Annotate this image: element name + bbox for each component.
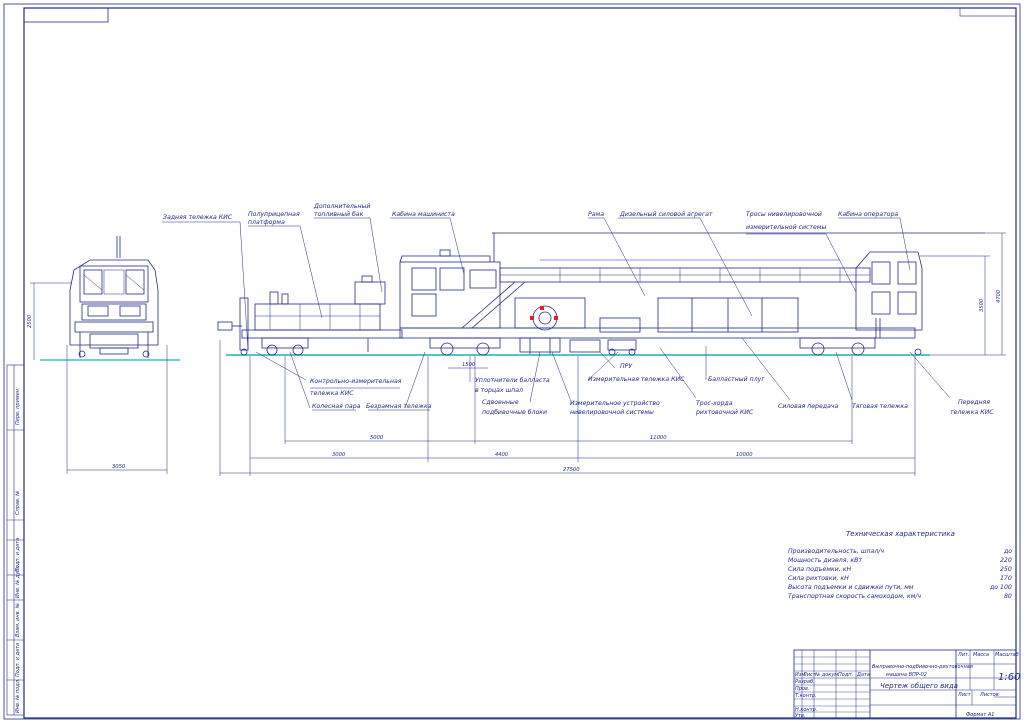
stamp-podp-data: Подп. и дата bbox=[15, 643, 21, 677]
dim-front-height: 2500 bbox=[27, 314, 33, 328]
dim-3500: 3500 bbox=[979, 298, 985, 312]
tb-scale: 1:60 bbox=[998, 672, 1020, 683]
label-ballast-plough: Балластный плуг bbox=[708, 376, 765, 383]
dim-total: 27500 bbox=[563, 467, 580, 473]
label-frame: Рама bbox=[588, 211, 604, 218]
tb-machine-line1: Выправочно-подбивочно-рихтовочная bbox=[872, 664, 973, 670]
dim-front-width: 3050 bbox=[112, 464, 126, 470]
spec-label-3: Сила рихтовки, кН bbox=[788, 575, 849, 582]
label-bogie-bezpivot: Безрамная тележка bbox=[366, 403, 432, 410]
label-control-bogie-2: тележка КИС bbox=[310, 390, 354, 397]
tb-hdr-sign: Подп. bbox=[838, 672, 853, 678]
label-power-unit: Дизельный силовой агрегат bbox=[619, 211, 713, 218]
spec-label-4: Высота подъемки и сдвижки пути, мм bbox=[788, 584, 914, 591]
stamp-inv-dubl: Инв. № дубл. bbox=[15, 564, 21, 598]
label-front-bogie-1: Передняя bbox=[958, 399, 990, 406]
dim-5000: 5000 bbox=[370, 435, 384, 441]
tb-hdr-sheet: Лист bbox=[957, 692, 972, 698]
tb-hdr-masshtab: Масштаб bbox=[995, 652, 1019, 658]
label-fuel-1: Дополнительный bbox=[313, 203, 370, 210]
tb-hdr-lit: Лит. bbox=[957, 652, 970, 658]
spec-label-2: Сила подъемки, кН bbox=[788, 566, 851, 573]
spec-label-0: Производительность, шпал/ч bbox=[788, 548, 884, 555]
label-wheelset: Колесная пара bbox=[312, 403, 361, 410]
tb-hdr-doc: № докум. bbox=[814, 672, 840, 678]
top-right-box bbox=[959, 7, 1017, 17]
drawing-sheet: Перв. примен. Справ. № Подп. и дата Инв.… bbox=[3, 3, 1021, 720]
stamp-sprav: Справ. № bbox=[15, 491, 21, 515]
stamp-perv-prim: Перв. примен. bbox=[15, 387, 21, 425]
label-measuring-bogie: Измерительная тележка КИС bbox=[588, 376, 685, 383]
label-rear-bogie: Задняя тележка КИС bbox=[163, 214, 233, 221]
spec-value-3: 170 bbox=[1000, 575, 1012, 582]
label-chord-2: рихтовочной КИС bbox=[695, 409, 754, 416]
tb-role-razrab: Разраб. bbox=[795, 679, 815, 685]
label-power-transmission: Силовая передача bbox=[778, 403, 839, 410]
dim-1500: 1500 bbox=[462, 362, 476, 368]
label-operator-cabin: Кабина оператора bbox=[838, 210, 899, 218]
label-platform-1: Полуприцепная bbox=[248, 211, 300, 218]
label-fuel-2: топливный бак bbox=[314, 210, 364, 218]
tb-hdr-sheets: Листов bbox=[979, 692, 999, 698]
outer-frame bbox=[3, 3, 1021, 720]
specs-heading: Техническая характеристика bbox=[846, 530, 955, 538]
label-cables-2: измерительной системы bbox=[746, 224, 826, 231]
specs-list: Производительность, шпал/ч до Мощность д… bbox=[788, 548, 1012, 600]
label-platform-2: платформа bbox=[248, 219, 285, 226]
label-leveling-2: нивелировочной системы bbox=[570, 409, 654, 416]
spec-label-1: Мощность дизеля, кВт bbox=[788, 557, 862, 564]
spec-value-5: 80 bbox=[1004, 593, 1012, 600]
label-compactor-2: в торцах шпал bbox=[475, 387, 523, 394]
tb-role-utv: Утв. bbox=[795, 713, 806, 719]
tb-role-prov: Пров. bbox=[795, 686, 810, 692]
dim-11000: 11000 bbox=[650, 435, 667, 441]
label-front-bogie-2: тележка КИС bbox=[950, 409, 994, 416]
tb-format: Формат А1 bbox=[966, 712, 994, 718]
front-view bbox=[69, 236, 159, 358]
tb-hdr-massa: Масса bbox=[973, 652, 989, 658]
side-view bbox=[217, 232, 985, 356]
corner-stamp bbox=[23, 7, 109, 23]
spec-value-4: до 100 bbox=[989, 584, 1012, 591]
tb-hdr-date: Дата bbox=[856, 672, 870, 678]
label-leveling-1: Измерительное устройство bbox=[570, 400, 660, 407]
spec-value-2: 250 bbox=[1000, 566, 1012, 573]
label-tamping-2: подбивочные блоки bbox=[482, 408, 547, 416]
label-control-bogie-1: Контрольно-измерительная bbox=[310, 378, 402, 385]
label-cabin: Кабина машиниста bbox=[392, 210, 455, 218]
tb-drawing-title: Чертеж общего вида bbox=[880, 682, 958, 690]
dim-3000: 3000 bbox=[332, 452, 346, 458]
label-compactor-1: Уплотнители балласта bbox=[475, 376, 550, 384]
inner-frame bbox=[23, 7, 1017, 719]
label-chord-1: Трос-хорда bbox=[696, 400, 733, 407]
spec-label-5: Транспортная скорость самоходом, км/ч bbox=[788, 593, 921, 600]
tb-machine-line2: машина ВПР-02 bbox=[886, 672, 927, 678]
label-drive-bogie: Тяговая тележка bbox=[852, 403, 908, 410]
front-dims bbox=[30, 282, 168, 474]
stamp-vzam-inv: Взам. инв. № bbox=[15, 603, 21, 637]
stamp-inv-podl: Инв. № подл. bbox=[15, 679, 21, 714]
label-pru: ПРУ bbox=[620, 363, 633, 370]
label-cables-1: Тросы нивелировочной bbox=[746, 211, 822, 218]
label-tamping-1: Сдвоенные bbox=[482, 399, 519, 406]
tb-role-tkontr: Т.контр. bbox=[795, 693, 817, 699]
dim-4400: 4400 bbox=[495, 452, 509, 458]
dim-4700: 4700 bbox=[996, 289, 1002, 303]
dim-10000: 10000 bbox=[736, 452, 753, 458]
spec-value-0: до bbox=[1003, 548, 1012, 555]
spec-value-1: 220 bbox=[1000, 557, 1012, 564]
